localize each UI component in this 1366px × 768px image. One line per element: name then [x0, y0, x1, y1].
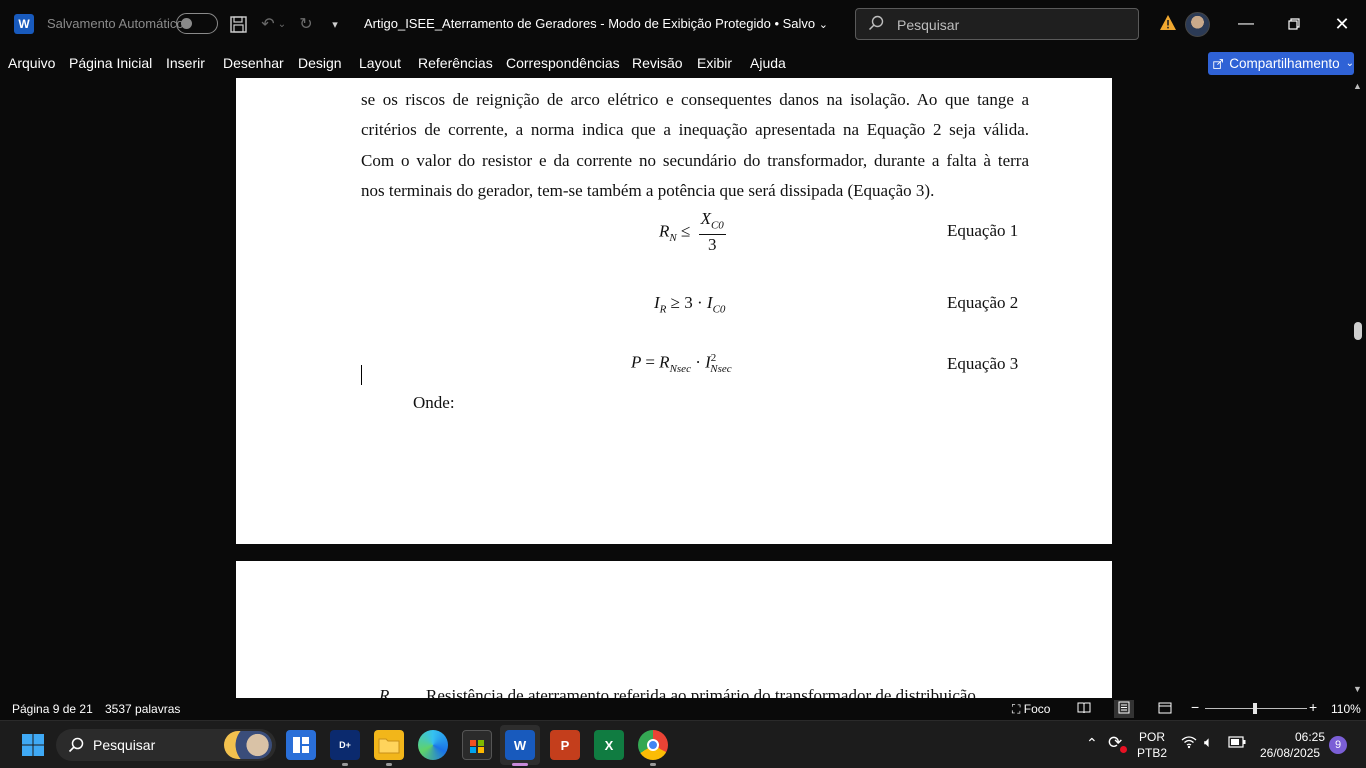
chrome-icon[interactable]: [638, 730, 668, 760]
input-language[interactable]: POR: [1139, 730, 1165, 744]
sync-alert-badge: [1120, 746, 1127, 753]
zoom-in-icon[interactable]: +: [1309, 699, 1317, 715]
warning-icon[interactable]: [1159, 14, 1177, 32]
share-button[interactable]: Compartilhamento ⌄: [1208, 52, 1354, 75]
autosave-toggle[interactable]: [176, 13, 218, 34]
tab-exibir[interactable]: Exibir: [697, 55, 732, 71]
tab-referencias[interactable]: Referências: [418, 55, 493, 71]
battery-icon[interactable]: [1228, 736, 1246, 751]
paragraph-line: nos terminais do gerador, tem-se também …: [361, 181, 935, 200]
windows-start-icon[interactable]: [18, 730, 48, 760]
minimize-icon[interactable]: —: [1234, 12, 1258, 36]
text-cursor: [361, 365, 362, 385]
keyboard-layout[interactable]: PTB2: [1137, 746, 1167, 760]
powerpoint-icon[interactable]: P: [550, 730, 580, 760]
search-placeholder: Pesquisar: [897, 17, 960, 33]
equation-3[interactable]: P = RNsec · I2Nsec: [631, 352, 732, 375]
redo-icon[interactable]: ↻: [296, 13, 316, 35]
read-mode-icon[interactable]: [1077, 702, 1091, 717]
equation-2[interactable]: IR ≥ 3 · IC0: [654, 293, 725, 315]
search-highlight-image: [224, 731, 272, 759]
document-canvas[interactable]: se os riscos de reignição de arco elétri…: [0, 78, 1350, 698]
clock-date[interactable]: 26/08/2025: [1260, 746, 1320, 760]
focus-icon: ⛶: [1012, 702, 1021, 716]
scroll-up-icon[interactable]: ▲: [1353, 81, 1362, 91]
tab-correspondencias[interactable]: Correspondências: [506, 55, 620, 71]
paragraph-line: se os riscos de reignição de arco elétri…: [361, 90, 1029, 109]
zoom-out-icon[interactable]: −: [1191, 699, 1199, 715]
paragraph-line: Com o valor do resistor e da corrente no…: [361, 151, 1029, 170]
wifi-icon[interactable]: [1181, 735, 1197, 752]
status-bar: Página 9 de 21 3537 palavras ⛶ Foco − + …: [0, 698, 1366, 720]
clock-time[interactable]: 06:25: [1295, 730, 1325, 744]
search-icon: [68, 737, 84, 753]
taskbar-search-label: Pesquisar: [93, 737, 156, 753]
ribbon-tabs: Arquivo Página Inicial Inserir Desenhar …: [0, 48, 1366, 78]
equation-1-label: Equação 1: [947, 221, 1019, 240]
customize-toolbar-icon[interactable]: ▾: [325, 13, 345, 35]
edge-icon[interactable]: [418, 730, 448, 760]
zoom-level[interactable]: 110%: [1331, 702, 1361, 716]
web-layout-icon[interactable]: [1158, 702, 1172, 717]
scroll-down-icon[interactable]: ▼: [1353, 684, 1362, 694]
file-explorer-icon[interactable]: [374, 730, 404, 760]
equation-3-label: Equação 3: [947, 354, 1019, 373]
tab-desenhar[interactable]: Desenhar: [223, 55, 284, 71]
chevron-down-icon: ⌄: [818, 19, 828, 31]
search-input[interactable]: Pesquisar: [855, 8, 1139, 40]
word-logo-icon: W: [14, 14, 34, 34]
search-icon: [868, 15, 884, 31]
paragraph-line: critérios de corrente, a norma indica qu…: [361, 120, 1029, 139]
focus-button[interactable]: ⛶ Foco: [1012, 702, 1050, 717]
tab-inserir[interactable]: Inserir: [166, 55, 205, 71]
notification-badge[interactable]: 9: [1329, 736, 1347, 754]
disney-plus-icon[interactable]: D+: [330, 730, 360, 760]
autosave-label: Salvamento Automático: [47, 16, 184, 31]
share-label: Compartilhamento: [1229, 56, 1340, 71]
widgets-icon[interactable]: [286, 730, 316, 760]
word-icon[interactable]: W: [505, 730, 535, 760]
scrollbar-thumb[interactable]: [1354, 322, 1362, 340]
tab-design[interactable]: Design: [298, 55, 342, 71]
tab-revisao[interactable]: Revisão: [632, 55, 683, 71]
tab-pagina-inicial[interactable]: Página Inicial: [69, 55, 152, 71]
tab-layout[interactable]: Layout: [359, 55, 401, 71]
tray-expand-icon[interactable]: ⌃: [1086, 735, 1098, 752]
restore-icon[interactable]: [1282, 12, 1306, 36]
undo-dropdown-icon[interactable]: ⌄: [276, 13, 288, 35]
focus-label: Foco: [1023, 702, 1051, 716]
active-indicator: [512, 763, 528, 766]
equation-2-label: Equação 2: [947, 293, 1019, 312]
title-bar: W Salvamento Automático ↶ ⌄ ↻ ▾ Artigo_I…: [0, 0, 1366, 48]
volume-icon[interactable]: 🔈︎: [1204, 734, 1213, 751]
variable-symbol: R: [379, 686, 390, 698]
document-page-next[interactable]: R Resistência de aterramento referida ao…: [236, 561, 1112, 698]
chevron-down-icon: ⌄: [1345, 58, 1354, 69]
tab-ajuda[interactable]: Ajuda: [750, 55, 786, 71]
undo-icon[interactable]: ↶: [258, 13, 278, 35]
equation-1[interactable]: RN ≤ XC0 3: [659, 209, 726, 255]
onde-label: Onde:: [413, 393, 455, 412]
save-icon[interactable]: [228, 13, 248, 35]
running-indicator: [342, 763, 348, 766]
excel-icon[interactable]: X: [594, 730, 624, 760]
document-page[interactable]: se os riscos de reignição de arco elétri…: [236, 78, 1112, 544]
word-count[interactable]: 3537 palavras: [105, 702, 180, 716]
document-title[interactable]: Artigo_ISEE_Aterramento de Geradores - M…: [364, 16, 828, 31]
taskbar: Pesquisar D+ W P X ⌃ ⟳ POR PTB2 🔈︎ 06:25…: [0, 720, 1366, 768]
paragraph-line: Resistência de aterramento referida ao p…: [426, 686, 976, 698]
zoom-slider-thumb[interactable]: [1253, 703, 1257, 714]
tab-arquivo[interactable]: Arquivo: [8, 55, 55, 71]
share-icon: [1213, 58, 1224, 69]
page-counter[interactable]: Página 9 de 21: [12, 702, 93, 716]
avatar[interactable]: [1185, 12, 1210, 37]
running-indicator: [650, 763, 656, 766]
vertical-scrollbar[interactable]: ▲ ▼: [1350, 78, 1366, 698]
microsoft-store-icon[interactable]: [462, 730, 492, 760]
taskbar-search[interactable]: Pesquisar: [56, 729, 276, 761]
running-indicator: [386, 763, 392, 766]
close-icon[interactable]: ✕: [1330, 12, 1354, 36]
print-layout-icon[interactable]: [1114, 700, 1134, 718]
